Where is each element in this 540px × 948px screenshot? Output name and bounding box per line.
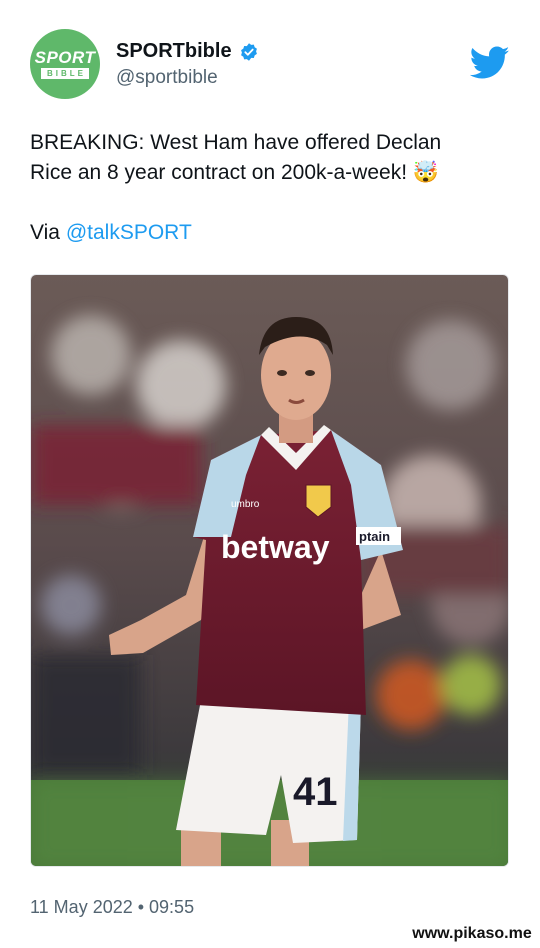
verified-badge-icon <box>240 42 257 61</box>
player-photo: 41 betway ptain umbro <box>31 275 508 866</box>
watermark-text: www.pikaso.me <box>404 920 540 948</box>
shirt-sponsor-text: betway <box>221 529 330 565</box>
avatar-logo-text-bottom: BIBLE <box>41 68 89 79</box>
account-handle[interactable]: @sportbible <box>116 67 218 89</box>
tweet-text-line-2-content: Rice an 8 year contract on 200k-a-week! <box>30 161 408 184</box>
tweet-text-line-2: Rice an 8 year contract on 200k-a-week! … <box>30 158 510 188</box>
kit-brand-text: umbro <box>231 499 260 510</box>
avatar[interactable]: SPORT BIBLE <box>30 29 100 99</box>
shorts-number-text: 41 <box>293 770 338 814</box>
tweet-text-line-1: BREAKING: West Ham have offered Declan <box>30 131 442 154</box>
tweet-media-image[interactable]: 41 betway ptain umbro <box>30 274 509 867</box>
mention-link[interactable]: @talkSPORT <box>66 221 192 244</box>
armband-text: ptain <box>359 529 390 544</box>
avatar-logo-text-top: SPORT <box>34 48 96 67</box>
display-name[interactable]: SPORTbible <box>116 40 259 63</box>
via-line: Via @talkSPORT <box>30 218 192 248</box>
tweet-timestamp[interactable]: 11 May 2022 • 09:55 <box>30 897 194 918</box>
twitter-bird-icon[interactable] <box>470 46 510 80</box>
display-name-text[interactable]: SPORTbible <box>116 40 232 63</box>
tweet-text: BREAKING: West Ham have offered Declan R… <box>30 128 510 188</box>
mind-blown-emoji-icon: 🤯 <box>412 161 440 184</box>
via-prefix: Via <box>30 221 60 244</box>
